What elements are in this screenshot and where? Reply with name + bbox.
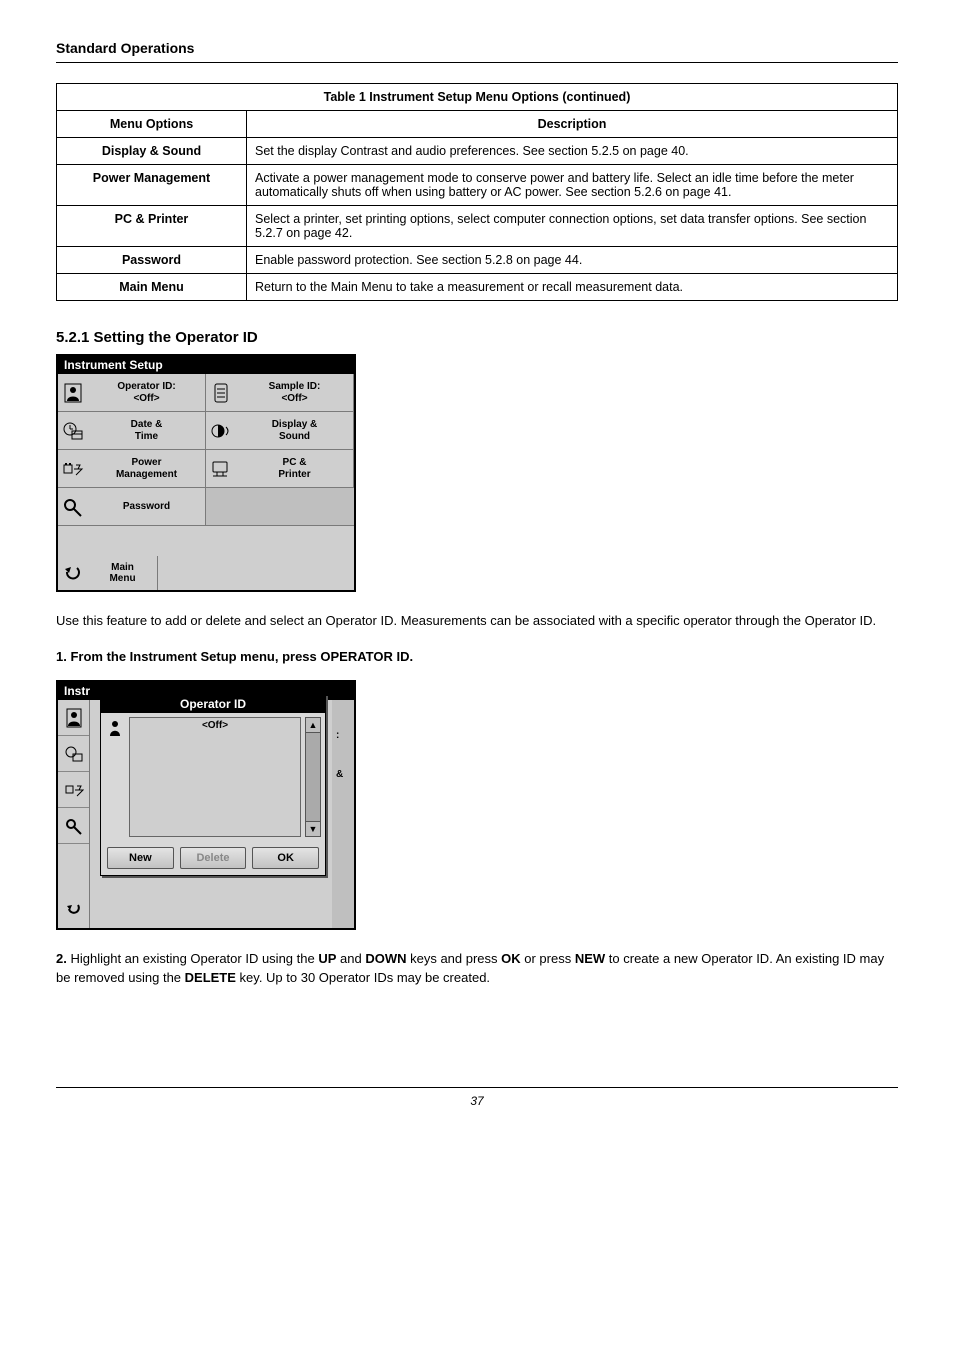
operator-id-label-2: <Off> [133, 393, 159, 405]
sample-id-label-1: Sample ID: [269, 381, 321, 393]
table-row: Display & Sound Set the display Contrast… [57, 138, 898, 165]
right-tag-1: : [332, 730, 354, 741]
table-cell-desc: Select a printer, set printing options, … [247, 206, 898, 247]
table-cell-desc: Set the display Contrast and audio prefe… [247, 138, 898, 165]
table-header-desc: Description [247, 111, 898, 138]
sample-id-icon [206, 374, 236, 412]
display-sound-icon [206, 412, 236, 450]
operator-id-label-1: Operator ID: [117, 381, 175, 393]
sample-id-button[interactable]: Sample ID: <Off> [236, 374, 354, 412]
side-password-icon [58, 808, 89, 844]
back-icon [58, 556, 88, 590]
setup-options-table: Table 1 Instrument Setup Menu Options (c… [56, 83, 898, 301]
display-label-1: Display & [272, 419, 318, 431]
operator-id-popup-figure: Instr [56, 680, 356, 930]
empty-cell [206, 488, 236, 526]
section-number: 5.2.1 [56, 329, 89, 346]
table-cell-desc: Return to the Main Menu to take a measur… [247, 274, 898, 301]
ok-button[interactable]: OK [252, 847, 319, 869]
section-intro-para: Use this feature to add or delete and se… [56, 612, 898, 630]
scroll-down-button[interactable]: ▼ [305, 821, 321, 837]
password-label: Password [123, 501, 170, 513]
operator-id-icon [58, 374, 88, 412]
table-cell-option: Display & Sound [57, 138, 247, 165]
section-title-text: Setting the Operator ID [94, 329, 258, 346]
instrument-setup-figure: Instrument Setup Operator ID: <Off> Samp… [56, 354, 356, 592]
popup-list-icon [105, 717, 125, 837]
date-label-1: Date & [131, 419, 163, 431]
side-date-icon [58, 736, 89, 772]
scroll-track[interactable] [305, 733, 321, 821]
figure1-titlebar: Instrument Setup [58, 356, 354, 374]
step-1: 1. From the Instrument Setup menu, press… [56, 649, 413, 664]
pc-printer-button[interactable]: PC & Printer [236, 450, 354, 488]
popup-title: Operator ID [101, 695, 325, 713]
operator-id-popup: Operator ID <Off> ▲ ▼ New [100, 694, 326, 876]
pc-label-1: PC & [283, 457, 307, 469]
date-time-button[interactable]: Date & Time [88, 412, 206, 450]
main-menu-label-2: Menu [109, 573, 135, 585]
display-label-2: Sound [279, 431, 310, 443]
table-cell-desc: Enable password protection. See section … [247, 247, 898, 274]
step-2: 2. Highlight an existing Operator ID usi… [56, 950, 898, 986]
table-cell-option: Power Management [57, 165, 247, 206]
pc-printer-icon [206, 450, 236, 488]
power-mgmt-icon [58, 450, 88, 488]
password-icon [58, 488, 88, 526]
table-cell-desc: Activate a power management mode to cons… [247, 165, 898, 206]
right-strip: : & [332, 700, 354, 928]
table-caption: Table 1 Instrument Setup Menu Options (c… [324, 90, 631, 104]
page-number: 37 [56, 1087, 898, 1108]
scrollbar[interactable]: ▲ ▼ [305, 717, 321, 837]
power-mgmt-button[interactable]: Power Management [88, 450, 206, 488]
table-row: Password Enable password protection. See… [57, 247, 898, 274]
table-cell-option: PC & Printer [57, 206, 247, 247]
power-label-1: Power [131, 457, 161, 469]
scroll-up-button[interactable]: ▲ [305, 717, 321, 733]
password-button[interactable]: Password [88, 488, 206, 526]
main-menu-button[interactable]: Main Menu [88, 556, 158, 590]
delete-button[interactable]: Delete [180, 847, 247, 869]
step-2-text: Highlight an existing Operator ID using … [56, 951, 884, 984]
table-row: PC & Printer Select a printer, set print… [57, 206, 898, 247]
list-item-off[interactable]: <Off> [130, 720, 300, 731]
side-back-icon [58, 892, 89, 928]
operator-id-button[interactable]: Operator ID: <Off> [88, 374, 206, 412]
right-tag-2: & [332, 769, 354, 780]
side-power-icon [58, 772, 89, 808]
operator-id-list[interactable]: <Off> [129, 717, 301, 837]
table-row: Main Menu Return to the Main Menu to tak… [57, 274, 898, 301]
side-operator-icon [58, 700, 89, 736]
section-heading: 5.2.1 Setting the Operator ID [56, 329, 898, 346]
table-cell-option: Main Menu [57, 274, 247, 301]
table-cell-option: Password [57, 247, 247, 274]
display-sound-button[interactable]: Display & Sound [236, 412, 354, 450]
sample-id-label-2: <Off> [281, 393, 307, 405]
main-menu-label-1: Main [111, 562, 134, 574]
pc-label-2: Printer [278, 469, 310, 481]
date-label-2: Time [135, 431, 158, 443]
new-button[interactable]: New [107, 847, 174, 869]
running-head: Standard Operations [56, 40, 898, 63]
power-label-2: Management [116, 469, 177, 481]
table-header-option: Menu Options [57, 111, 247, 138]
date-time-icon [58, 412, 88, 450]
table-row: Power Management Activate a power manage… [57, 165, 898, 206]
empty-cell [236, 488, 354, 526]
